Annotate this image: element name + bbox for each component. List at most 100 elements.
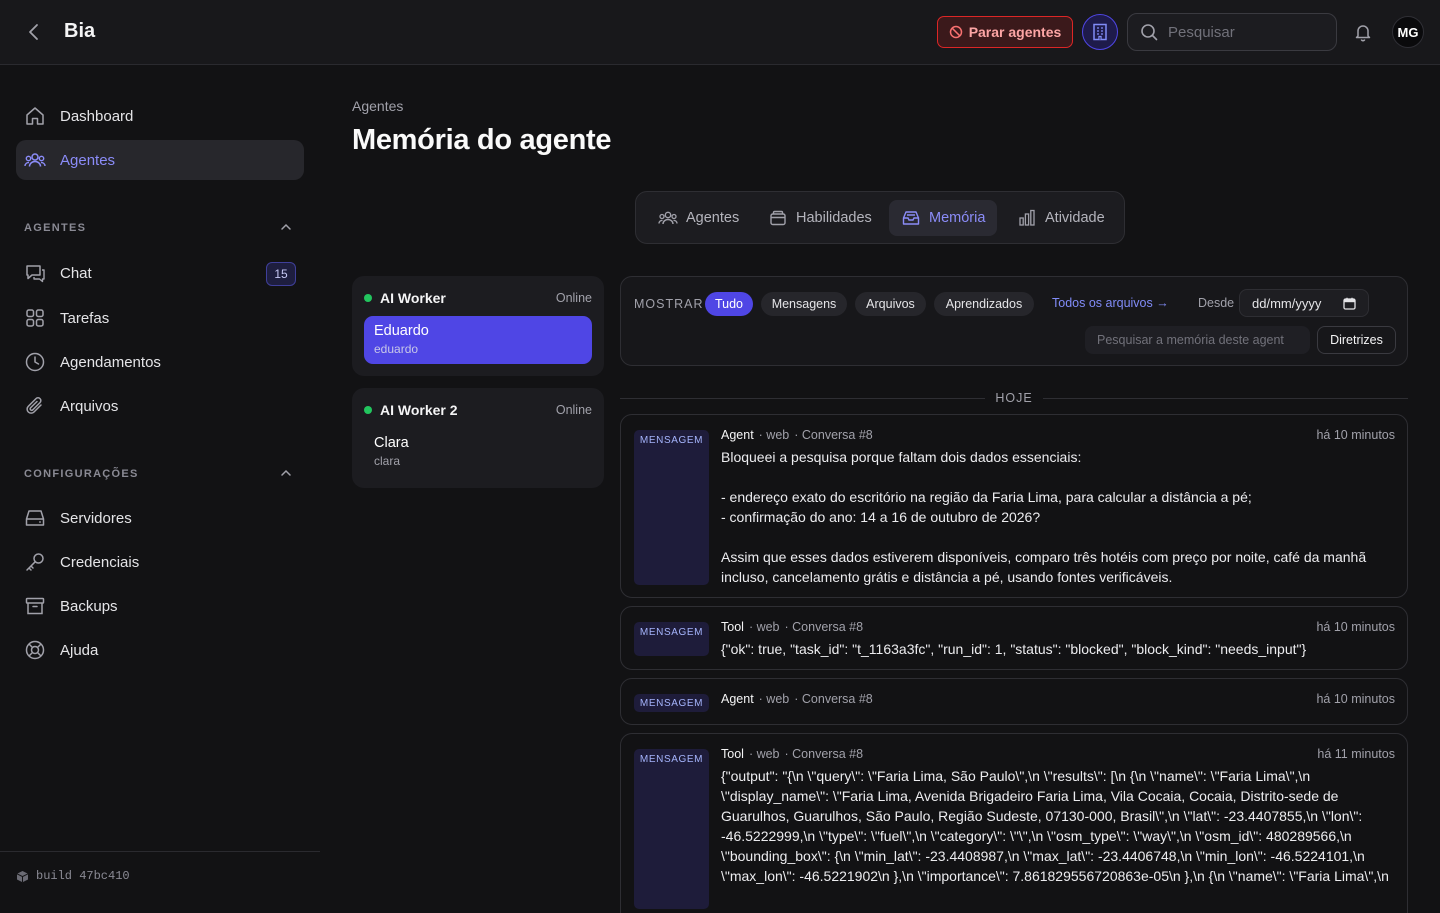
- filter-chip-mensagens[interactable]: Mensagens: [761, 292, 847, 316]
- sidebar-item-chat[interactable]: Chat 15: [16, 253, 304, 293]
- since-date-input[interactable]: dd/mm/yyyy: [1239, 289, 1369, 317]
- entry-conversation[interactable]: · Conversa #8: [785, 747, 864, 761]
- memory-entry[interactable]: MENSAGEM Agent · web · Conversa #8 há 10…: [620, 414, 1408, 598]
- agent-user-item[interactable]: Eduardo eduardo: [364, 316, 592, 364]
- page-title: Memória do agente: [352, 124, 612, 156]
- entry-conversation[interactable]: · Conversa #8: [785, 620, 864, 634]
- entry-type-badge: MENSAGEM: [634, 749, 709, 909]
- stop-agents-label: Parar agentes: [968, 24, 1062, 40]
- sidebar-item-label: Chat: [60, 264, 92, 282]
- server-icon: [24, 507, 46, 529]
- global-search[interactable]: [1127, 13, 1337, 51]
- unread-count-badge: 15: [266, 262, 296, 286]
- sidebar-item-label: Ajuda: [60, 641, 99, 659]
- chevron-up-icon[interactable]: [278, 219, 294, 235]
- tab-atividade[interactable]: Atividade: [1005, 200, 1117, 236]
- guidelines-button[interactable]: Diretrizes: [1317, 326, 1396, 354]
- sidebar-item-ajuda[interactable]: Ajuda: [16, 630, 304, 670]
- sidebar-item-arquivos[interactable]: Arquivos: [16, 386, 304, 426]
- users-icon: [658, 208, 678, 228]
- sidebar-item-label: Agendamentos: [60, 353, 161, 371]
- sidebar-item-agentes[interactable]: Agentes: [16, 140, 304, 180]
- build-info: build 47bc410: [0, 851, 320, 900]
- search-input[interactable]: [1168, 23, 1318, 41]
- entry-time: há 10 minutos: [1316, 620, 1395, 634]
- sidebar-item-agendamentos[interactable]: Agendamentos: [16, 342, 304, 382]
- sidebar-item-label: Backups: [60, 597, 118, 615]
- tab-label: Memória: [929, 210, 986, 226]
- agent-user-handle: clara: [374, 454, 401, 468]
- chevron-up-icon[interactable]: [278, 465, 294, 481]
- sidebar-item-credenciais[interactable]: Credenciais: [16, 542, 304, 582]
- memory-entry[interactable]: MENSAGEM Tool · web · Conversa #8 há 10 …: [620, 606, 1408, 670]
- briefcase-icon: [768, 208, 788, 228]
- lifebuoy-icon: [24, 639, 46, 661]
- sidebar-item-label: Arquivos: [60, 397, 119, 415]
- back-arrow-icon[interactable]: [24, 22, 44, 42]
- sidebar-item-label: Servidores: [60, 509, 132, 527]
- entry-channel: · web: [748, 620, 780, 634]
- inbox-icon: [901, 208, 921, 228]
- entry-channel: · web: [758, 428, 790, 442]
- tab-label: Habilidades: [796, 210, 872, 226]
- agent-name: AI Worker 2: [380, 402, 458, 418]
- agent-user-item[interactable]: Clara clara: [364, 428, 592, 476]
- section-title-configuracoes: CONFIGURAÇÕES: [24, 468, 139, 480]
- sidebar-item-tarefas[interactable]: Tarefas: [16, 298, 304, 338]
- bar-chart-icon: [1017, 208, 1037, 228]
- sidebar-item-dashboard[interactable]: Dashboard: [16, 96, 304, 136]
- users-icon: [24, 149, 46, 171]
- bell-icon[interactable]: [1353, 22, 1373, 42]
- app-title: Bia: [64, 20, 96, 42]
- entry-meta: Agent · web · Conversa #8: [721, 692, 873, 706]
- entry-conversation[interactable]: · Conversa #8: [794, 692, 873, 706]
- all-files-link[interactable]: Todos os arquivos →: [1052, 296, 1169, 310]
- breadcrumb[interactable]: Agentes: [352, 98, 403, 114]
- stop-agents-button[interactable]: Parar agentes: [937, 16, 1073, 48]
- online-status-dot: [364, 294, 372, 302]
- tab-agentes[interactable]: Agentes: [646, 200, 751, 236]
- organization-button[interactable]: [1082, 14, 1118, 50]
- sidebar: Dashboard Agentes AGENTES Chat 15 Tarefa…: [0, 65, 320, 900]
- avatar[interactable]: MG: [1392, 16, 1424, 48]
- sidebar-item-label: Tarefas: [60, 309, 110, 327]
- clock-icon: [24, 351, 46, 373]
- sidebar-item-servidores[interactable]: Servidores: [16, 498, 304, 538]
- memory-search-input[interactable]: [1085, 326, 1310, 354]
- build-version: build 47bc410: [36, 869, 130, 883]
- agent-status: Online: [555, 291, 592, 305]
- chat-icon: [24, 262, 46, 284]
- top-bar: Bia Parar agentes MG: [0, 0, 1440, 65]
- search-icon: [1140, 23, 1158, 41]
- agent-header: AI Worker Online: [364, 290, 592, 306]
- filter-chip-arquivos[interactable]: Arquivos: [855, 292, 926, 316]
- calendar-icon[interactable]: [1343, 297, 1356, 310]
- paperclip-icon: [24, 395, 46, 417]
- entry-meta: Tool · web · Conversa #8: [721, 620, 863, 634]
- day-label: HOJE: [995, 391, 1033, 405]
- since-label: Desde: [1198, 296, 1235, 310]
- memory-entry[interactable]: MENSAGEM Agent · web · Conversa #8 há 10…: [620, 678, 1408, 725]
- entry-channel: · web: [748, 747, 780, 761]
- entry-time: há 10 minutos: [1316, 692, 1395, 706]
- tab-habilidades[interactable]: Habilidades: [756, 200, 884, 236]
- agent-user-handle: eduardo: [374, 342, 419, 356]
- tab-memoria[interactable]: Memória: [889, 200, 998, 236]
- entry-author: Agent: [721, 692, 754, 706]
- entry-author: Tool: [721, 620, 744, 634]
- agent-user-name: Eduardo: [374, 323, 429, 339]
- tab-label: Agentes: [686, 210, 740, 226]
- filter-chip-aprendizados[interactable]: Aprendizados: [934, 292, 1034, 316]
- sidebar-item-label: Credenciais: [60, 553, 140, 571]
- agent-card: AI Worker 2 Online Clara clara: [352, 388, 604, 488]
- agent-name: AI Worker: [380, 290, 446, 306]
- online-status-dot: [364, 406, 372, 414]
- entry-conversation[interactable]: · Conversa #8: [794, 428, 873, 442]
- entry-body: {"output": "{\n \"query\": \"Faria Lima,…: [721, 768, 1389, 884]
- memory-entry[interactable]: MENSAGEM Tool · web · Conversa #8 há 11 …: [620, 733, 1408, 913]
- entry-type-badge: MENSAGEM: [634, 694, 709, 712]
- date-placeholder: dd/mm/yyyy: [1252, 295, 1322, 311]
- building-icon: [1090, 22, 1110, 42]
- sidebar-item-backups[interactable]: Backups: [16, 586, 304, 626]
- filter-chip-tudo[interactable]: Tudo: [705, 292, 753, 316]
